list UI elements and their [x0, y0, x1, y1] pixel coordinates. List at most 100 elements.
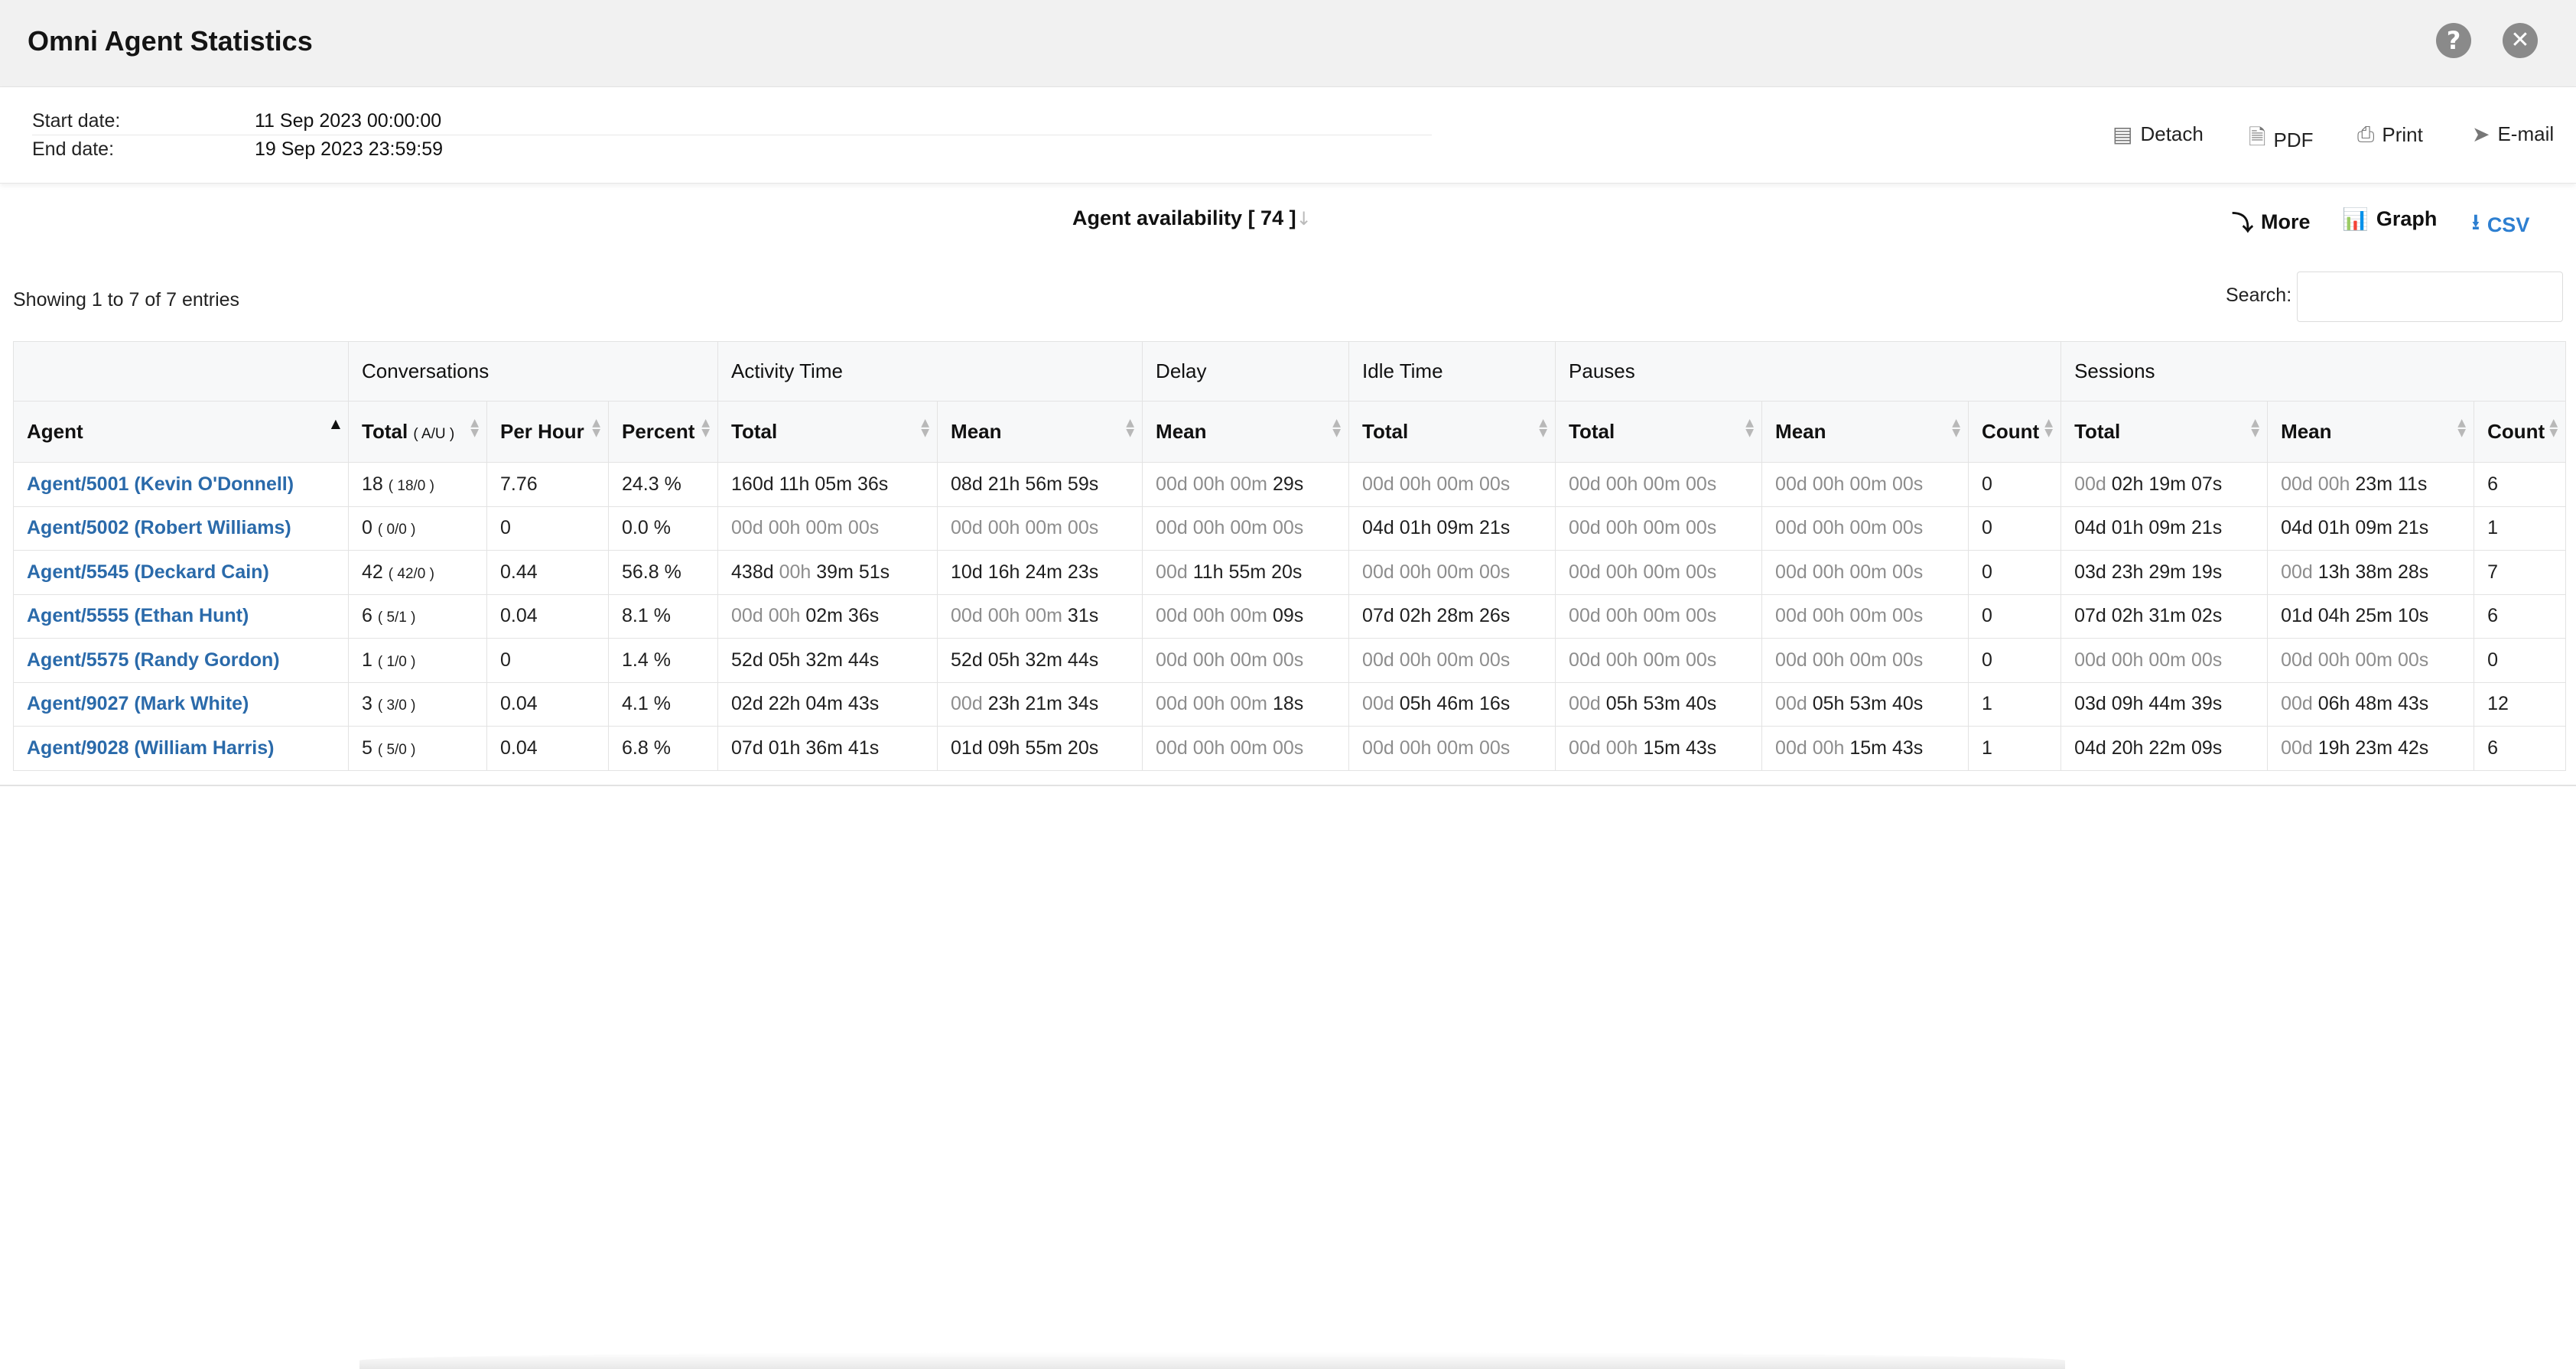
- cell-muted-part: 00d: [1775, 693, 1807, 715]
- sort-icon: ▲ ▼: [1539, 417, 1548, 439]
- cell-value-part: 04d 01h 09m 21s: [2074, 517, 2223, 539]
- conv-total-value: 0: [362, 517, 372, 539]
- column-label: Per Hour: [500, 420, 584, 443]
- cell-muted-part: 00d 00h 00m 00s: [1156, 649, 1304, 671]
- cell-value-part: 04d 01h 09m 21s: [2281, 517, 2429, 539]
- cell-delay-mean: 00d 00h 00m 00s: [1142, 726, 1350, 771]
- group-header-pauses: Pauses: [1555, 341, 2062, 402]
- column-header-pauses-mean[interactable]: Mean ▲ ▼: [1761, 401, 1969, 463]
- agent-link[interactable]: Agent/5575 (Randy Gordon): [13, 638, 349, 683]
- cell-muted-part: 00d 00h 00m 00s: [731, 517, 880, 539]
- detach-button[interactable]: ▤ Detach: [2113, 122, 2204, 147]
- column-header-delay-mean[interactable]: Mean ▲ ▼: [1142, 401, 1350, 463]
- cell-per-hour: 0.04: [486, 593, 609, 639]
- sort-icon: ▲ ▼: [470, 417, 479, 439]
- column-header-sessions-total[interactable]: Total ▲ ▼: [2060, 401, 2269, 463]
- print-button[interactable]: ⎙ Print: [2357, 122, 2423, 148]
- cell-delay-mean: 00d 11h 55m 20s: [1142, 550, 1350, 595]
- agent-link[interactable]: Agent/5555 (Ethan Hunt): [13, 593, 349, 639]
- pause-count-value: 1: [1982, 737, 1992, 759]
- cell-muted-part: 00d 00h 00m 00s: [1569, 517, 1717, 539]
- cell-value-part: 18s: [1267, 693, 1304, 715]
- table-row[interactable]: Agent/5575 (Randy Gordon) 1 ( 1/0 ) 0 1.4 %…: [13, 638, 2567, 683]
- cell-conv-total: 18 ( 18/0 ): [348, 462, 487, 507]
- cell-idle-total: 00d 00h 00m 00s: [1348, 550, 1556, 595]
- per-hour-value: 0.44: [500, 561, 538, 583]
- column-header-pauses-count[interactable]: Count ▲ ▼: [1968, 401, 2062, 463]
- table-row[interactable]: Agent/9027 (Mark White) 3 ( 3/0 ) 0.04 4.1 …: [13, 681, 2567, 727]
- agent-link[interactable]: Agent/5002 (Robert Williams): [13, 506, 349, 551]
- sort-down-icon[interactable]: ↓: [1296, 208, 1312, 229]
- cell-muted-part: 00d 00h 00m 00s: [2281, 649, 2429, 671]
- cell-muted-part: 00d: [1362, 693, 1394, 715]
- table-row[interactable]: Agent/5002 (Robert Williams) 0 ( 0/0 ) 0 0.…: [13, 506, 2567, 551]
- sort-icon: ▲ ▼: [1745, 417, 1755, 439]
- column-header-sessions-count[interactable]: Count ▲ ▼: [2474, 401, 2567, 463]
- table-row[interactable]: Agent/5545 (Deckard Cain) 42 ( 42/0 ) 0.44…: [13, 550, 2567, 595]
- more-button[interactable]: ⤵ More: [2232, 206, 2311, 237]
- cell-idle-total: 07d 02h 28m 26s: [1348, 593, 1556, 639]
- agent-link[interactable]: Agent/5545 (Deckard Cain): [13, 550, 349, 595]
- column-header-idle-total[interactable]: Total ▲ ▼: [1348, 401, 1556, 463]
- close-icon[interactable]: ✕: [2503, 23, 2538, 58]
- cell-per-hour: 0.04: [486, 681, 609, 727]
- cell-value-part: 15m 43s: [1844, 737, 1924, 759]
- column-header-activity-total[interactable]: Total ▲ ▼: [717, 401, 938, 463]
- column-header-agent[interactable]: Agent ▲: [13, 401, 349, 463]
- sort-icon: ▲ ▼: [1126, 417, 1135, 439]
- cell-per-hour: 7.76: [486, 462, 609, 507]
- group-header-sessions: Sessions: [2060, 341, 2567, 402]
- column-header-conv-total[interactable]: Total ( A/U ) ▲ ▼: [348, 401, 487, 463]
- cell-muted-part: 00d: [1569, 693, 1601, 715]
- agent-link[interactable]: Agent/9027 (Mark White): [13, 681, 349, 727]
- cell-pause-total: 00d 00h 00m 00s: [1555, 462, 1763, 507]
- percent-value: 6.8 %: [622, 737, 671, 759]
- cell-delay-mean: 00d 00h 00m 09s: [1142, 593, 1350, 639]
- cell-conv-total: 5 ( 5/0 ): [348, 726, 487, 771]
- cell-muted-part: 00d: [2281, 737, 2313, 759]
- cell-muted-part: 00d 00h 00m 00s: [1362, 649, 1511, 671]
- conv-au-value: ( 1/0 ): [377, 653, 416, 670]
- cell-act-mean: 10d 16h 24m 23s: [937, 550, 1143, 595]
- cell-value-part: 52d 05h 32m 44s: [731, 649, 880, 671]
- email-button[interactable]: ➤ E-mail: [2472, 122, 2554, 147]
- cell-sess-total: 03d 23h 29m 19s: [2060, 550, 2269, 595]
- pause-count-value: 0: [1982, 517, 1992, 539]
- cell-value-part: 05h 53m 40s: [1600, 693, 1717, 715]
- table-row[interactable]: Agent/9028 (William Harris) 5 ( 5/0 ) 0.04…: [13, 726, 2567, 771]
- column-label: Percent: [622, 420, 695, 443]
- column-header-percent[interactable]: Percent ▲ ▼: [607, 401, 719, 463]
- column-header-pauses-total[interactable]: Total ▲ ▼: [1555, 401, 1763, 463]
- cell-pause-total: 00d 00h 00m 00s: [1555, 550, 1763, 595]
- agent-link[interactable]: Agent/5001 (Kevin O'Donnell): [13, 462, 349, 507]
- sort-icon: ▲ ▼: [1952, 417, 1961, 439]
- cell-value-part: 01d 04h 25m 10s: [2281, 605, 2429, 627]
- search-input[interactable]: [2297, 272, 2563, 322]
- pdf-button[interactable]: 🗎 PDF: [2249, 122, 2314, 158]
- table-row[interactable]: Agent/5001 (Kevin O'Donnell) 18 ( 18/0 ) 7…: [13, 462, 2567, 507]
- percent-value: 4.1 %: [622, 693, 671, 715]
- cell-pause-total: 00d 00h 00m 00s: [1555, 506, 1763, 551]
- csv-button[interactable]: ⭳ CSV: [2472, 206, 2529, 243]
- column-header-activity-mean[interactable]: Mean ▲ ▼: [937, 401, 1143, 463]
- per-hour-value: 0: [500, 517, 511, 539]
- help-icon[interactable]: ?: [2436, 23, 2471, 58]
- cell-value-part: 02d 22h 04m 43s: [731, 693, 880, 715]
- cell-muted-part: 00d 00h 00m 00s: [1156, 737, 1304, 759]
- bar-chart-icon: 📊: [2342, 206, 2369, 232]
- agent-link[interactable]: Agent/9028 (William Harris): [13, 726, 349, 771]
- cell-act-total: 438d 00h 39m 51s: [717, 550, 938, 595]
- cell-muted-part: 00d: [1156, 561, 1188, 583]
- cell-muted-part: 00d 00h 00m 00s: [1569, 473, 1717, 495]
- column-header-per-hour[interactable]: Per Hour ▲ ▼: [486, 401, 609, 463]
- cell-per-hour: 0.44: [486, 550, 609, 595]
- cell-pause-count: 0: [1968, 593, 2062, 639]
- cell-sess-count: 6: [2474, 593, 2567, 639]
- cell-pause-mean: 00d 00h 00m 00s: [1761, 593, 1969, 639]
- cell-muted-part: 00d 00h 00m 00s: [1362, 473, 1511, 495]
- cell-muted-part: 00d 00h 00m 00s: [1362, 737, 1511, 759]
- column-header-sessions-mean[interactable]: Mean ▲ ▼: [2267, 401, 2475, 463]
- graph-button[interactable]: 📊 Graph: [2342, 206, 2437, 232]
- table-row[interactable]: Agent/5555 (Ethan Hunt) 6 ( 5/1 ) 0.04 8.1 …: [13, 593, 2567, 639]
- end-date-value: 19 Sep 2023 23:59:59: [255, 138, 444, 160]
